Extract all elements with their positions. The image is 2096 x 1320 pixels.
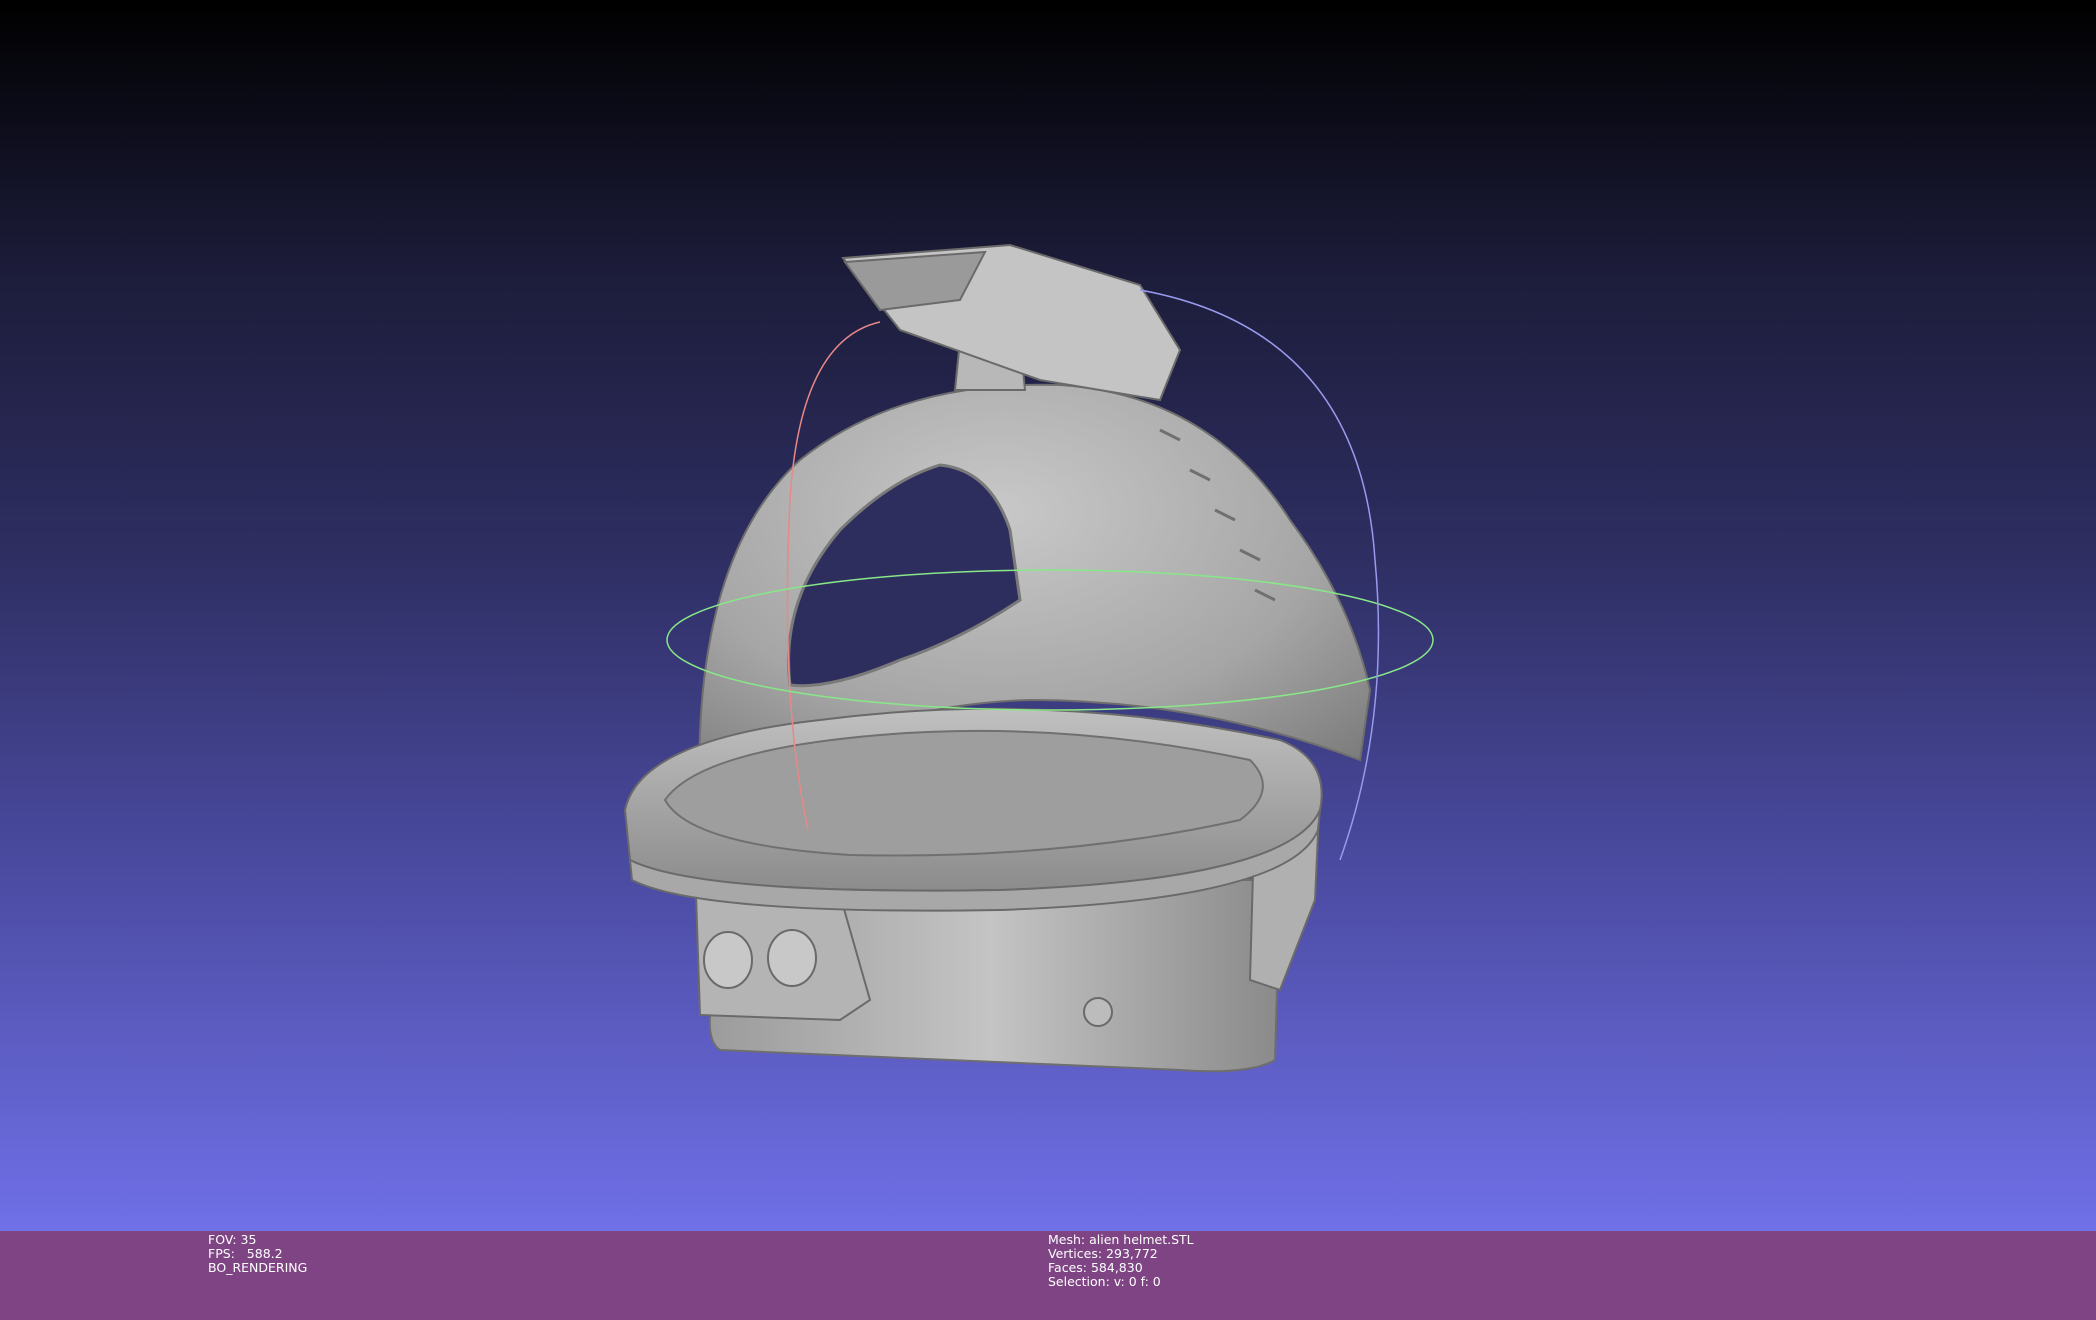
- face-count: Faces: 584,830: [1048, 1260, 1143, 1275]
- mesh-info: Mesh: alien helmet.STL Vertices: 293,772…: [1048, 1233, 1194, 1289]
- vertex-count: Vertices: 293,772: [1048, 1246, 1158, 1261]
- helmet-model[interactable]: [623, 243, 1372, 1073]
- render-mode-readout: BO_RENDERING: [208, 1260, 308, 1275]
- 3d-viewport[interactable]: [0, 0, 2096, 1231]
- fov-readout: FOV: 35: [208, 1232, 257, 1247]
- render-info: FOV: 35 FPS: 588.2 BO_RENDERING: [208, 1233, 307, 1275]
- status-bar: FOV: 35 FPS: 588.2 BO_RENDERING Mesh: al…: [0, 1231, 2096, 1320]
- side-bolt: [1083, 997, 1113, 1027]
- knob-right: [767, 929, 817, 987]
- selection-readout: Selection: v: 0 f: 0: [1048, 1274, 1161, 1289]
- scene-canvas[interactable]: [0, 0, 2096, 1231]
- knob-left: [703, 931, 753, 989]
- fps-readout: FPS: 588.2: [208, 1246, 283, 1261]
- mesh-name: Mesh: alien helmet.STL: [1048, 1232, 1194, 1247]
